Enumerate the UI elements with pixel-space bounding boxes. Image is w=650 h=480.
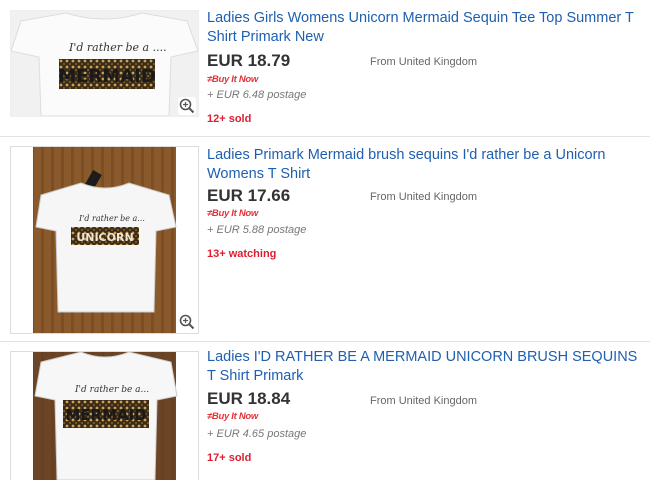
- listing-origin: From United Kingdom: [370, 395, 477, 407]
- shirt-script-text: I'd rather be a ....: [68, 41, 167, 54]
- listing-thumbnail[interactable]: I'd rather be a... UNICORN: [10, 146, 199, 334]
- listing-thumbnail[interactable]: I'd rather be a... MERMAID: [10, 351, 199, 480]
- buy-it-now-badge: ≠Buy It Now: [207, 208, 259, 219]
- buy-it-now-badge: ≠Buy It Now: [207, 411, 259, 422]
- shirt-sequin-text: MERMAID: [58, 66, 156, 87]
- buy-it-now-badge: ≠Buy It Now: [207, 74, 259, 85]
- listing-thumbnail[interactable]: I'd rather be a .... MERMAID: [10, 10, 199, 117]
- listing-title-link[interactable]: Ladies Girls Womens Unicorn Mermaid Sequ…: [207, 9, 645, 47]
- tshirt-image: I'd rather be a .... MERMAID: [11, 11, 198, 116]
- tshirt-image: I'd rather be a... MERMAID: [33, 352, 178, 480]
- shirt-script-text: I'd rather be a...: [78, 214, 145, 223]
- listing-sold-count: 12+ sold: [207, 113, 252, 125]
- listing-sold-count: 17+ sold: [207, 452, 252, 464]
- listing-price: EUR 18.84: [207, 389, 291, 408]
- listing-price: EUR 17.66: [207, 186, 291, 205]
- listing-price: EUR 18.79: [207, 51, 291, 70]
- tshirt-image: I'd rather be a... UNICORN: [33, 147, 177, 333]
- shirt-script-text: I'd rather be a...: [74, 385, 149, 395]
- shirt-sequin-text: MERMAID: [65, 406, 146, 424]
- zoom-icon[interactable]: [178, 313, 196, 331]
- listing-origin: From United Kingdom: [370, 191, 477, 203]
- listing-postage: + EUR 4.65 postage: [207, 428, 307, 440]
- listing-title-link[interactable]: Ladies Primark Mermaid brush sequins I'd…: [207, 146, 645, 184]
- listing-title-link[interactable]: Ladies I'D RATHER BE A MERMAID UNICORN B…: [207, 348, 645, 386]
- zoom-icon[interactable]: [178, 97, 196, 115]
- listing-origin: From United Kingdom: [370, 56, 477, 68]
- listing-postage: + EUR 6.48 postage: [207, 89, 307, 101]
- listing-divider: [0, 136, 650, 137]
- shirt-sequin-text: UNICORN: [76, 231, 133, 244]
- listing-divider: [0, 341, 650, 342]
- listing-postage: + EUR 5.88 postage: [207, 224, 307, 236]
- listing-watching-count: 13+ watching: [207, 248, 277, 260]
